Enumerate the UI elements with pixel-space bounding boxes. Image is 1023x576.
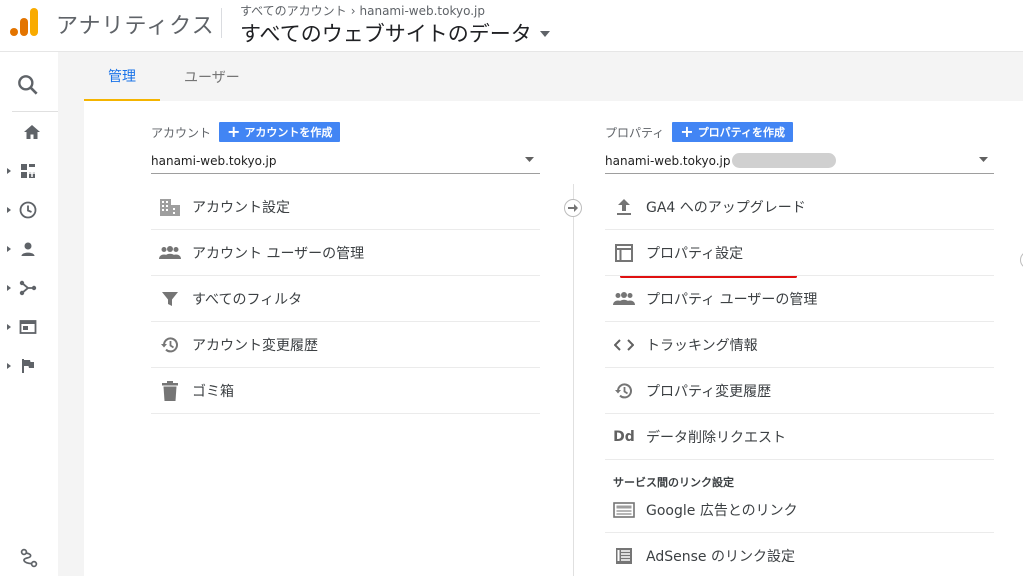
- home-icon: [24, 125, 40, 139]
- property-selected: hanami-web.tokyo.jp: [605, 153, 731, 168]
- menu-label: トラッキング情報: [646, 337, 758, 354]
- menu-ga4-upgrade[interactable]: GA4 へのアップグレード: [605, 184, 994, 230]
- menu-label: AdSense のリンク設定: [646, 549, 795, 565]
- expand-arrow-icon: [7, 363, 11, 369]
- menu-label: プロパティ ユーザーの管理: [646, 291, 818, 308]
- admin-panel: アカウント + アカウントを作成 hanami-web.tokyo.jp アカウ…: [84, 101, 1023, 576]
- trash-icon: [159, 380, 181, 402]
- left-nav: [0, 52, 60, 576]
- breadcrumb-chevron-icon: ›: [350, 3, 356, 18]
- view-name: すべてのウェブサイトのデータ: [240, 22, 532, 46]
- main-area: 管理 ユーザー アカウント + アカウントを作成 hanami-web.toky…: [58, 52, 1023, 576]
- dd-icon: Dd: [613, 426, 635, 448]
- people-icon: [159, 242, 181, 264]
- people-icon: [613, 288, 635, 310]
- breadcrumb[interactable]: すべてのアカウント › hanami-web.tokyo.jp: [240, 2, 485, 19]
- create-account-label: アカウントを作成: [244, 126, 333, 139]
- nav-audience[interactable]: [4, 237, 54, 261]
- menu-trash[interactable]: ゴミ箱: [151, 368, 540, 414]
- caret-down-icon: [539, 31, 550, 37]
- account-selected: hanami-web.tokyo.jp: [151, 153, 277, 168]
- flag-icon: [22, 359, 34, 373]
- menu-label: データ削除リクエスト: [646, 429, 786, 446]
- history-icon: [159, 334, 181, 356]
- menu-label: プロパティ変更履歴: [646, 383, 772, 400]
- menu-label: アカウント ユーザーの管理: [192, 245, 365, 262]
- history-icon: [613, 380, 635, 402]
- header-divider: [221, 8, 222, 38]
- discover-icon[interactable]: [18, 547, 40, 569]
- account-heading: アカウント: [151, 125, 212, 140]
- account-column-header: アカウント + アカウントを作成: [151, 122, 341, 142]
- menu-property-settings[interactable]: プロパティ設定: [605, 230, 994, 276]
- nav-behavior[interactable]: [4, 315, 54, 339]
- menu-account-settings[interactable]: アカウント設定: [151, 184, 540, 230]
- property-heading: プロパティ: [605, 125, 665, 140]
- acquisition-icon: [19, 280, 37, 296]
- browser-window-icon: [19, 320, 37, 334]
- dashboard-icon: [21, 164, 36, 178]
- menu-google-ads-link[interactable]: Google 広告とのリンク: [605, 487, 994, 533]
- person-icon: [21, 242, 35, 256]
- create-property-button[interactable]: + プロパティを作成: [672, 122, 794, 142]
- breadcrumb-all-accounts[interactable]: すべてのアカウント: [240, 2, 347, 19]
- property-column-header: プロパティ + プロパティを作成: [605, 122, 794, 142]
- breadcrumb-account[interactable]: hanami-web.tokyo.jp: [360, 4, 485, 18]
- menu-account-change-history[interactable]: アカウント変更履歴: [151, 322, 540, 368]
- clock-icon: [19, 201, 37, 219]
- code-icon: [613, 334, 635, 356]
- plus-icon: +: [227, 122, 241, 141]
- menu-label: Google 広告とのリンク: [646, 502, 798, 519]
- plus-icon: +: [680, 122, 694, 141]
- nav-customization[interactable]: [4, 159, 54, 183]
- admin-tabs: 管理 ユーザー: [84, 52, 264, 101]
- nav-divider: [12, 111, 60, 112]
- arrow-right-circle-icon: [564, 199, 582, 217]
- expand-arrow-icon: [7, 207, 11, 213]
- adsense-icon: [613, 545, 635, 567]
- menu-label: ゴミ箱: [192, 383, 234, 400]
- column-divider: [573, 184, 574, 576]
- nav-conversions[interactable]: [4, 354, 54, 378]
- menu-data-deletion-request[interactable]: Dd データ削除リクエスト: [605, 414, 994, 460]
- search-icon[interactable]: [15, 72, 41, 98]
- expand-arrow-icon: [7, 324, 11, 330]
- menu-adsense-link[interactable]: AdSense のリンク設定: [605, 533, 994, 576]
- layout-icon: [613, 242, 635, 264]
- building-icon: [159, 196, 181, 218]
- nav-acquisition[interactable]: [4, 276, 54, 300]
- menu-label: すべてのフィルタ: [192, 291, 303, 308]
- expand-arrow-icon: [7, 168, 11, 174]
- tab-user[interactable]: ユーザー: [160, 52, 264, 101]
- create-property-label: プロパティを作成: [697, 126, 786, 139]
- tab-admin[interactable]: 管理: [84, 52, 160, 101]
- menu-account-user-management[interactable]: アカウント ユーザーの管理: [151, 230, 540, 276]
- account-selector[interactable]: hanami-web.tokyo.jp: [151, 148, 540, 174]
- menu-label: アカウント設定: [192, 199, 290, 216]
- create-account-button[interactable]: + アカウントを作成: [219, 122, 341, 142]
- analytics-logo-icon[interactable]: [9, 6, 39, 38]
- redacted-property-id: [732, 153, 837, 168]
- menu-property-user-management[interactable]: プロパティ ユーザーの管理: [605, 276, 994, 322]
- menu-label: アカウント変更履歴: [192, 337, 318, 354]
- view-selector[interactable]: すべてのウェブサイトのデータ: [240, 18, 550, 48]
- menu-label: プロパティ設定: [646, 245, 744, 262]
- menu-label: GA4 へのアップグレード: [646, 199, 806, 216]
- dropdown-arrow-icon: [979, 157, 988, 162]
- dropdown-arrow-icon: [525, 157, 534, 162]
- expand-arrow-icon: [7, 246, 11, 252]
- expand-arrow-icon: [7, 285, 11, 291]
- menu-all-filters[interactable]: すべてのフィルタ: [151, 276, 540, 322]
- app-title: アナリティクス: [56, 14, 215, 39]
- upload-icon: [613, 196, 635, 218]
- nav-realtime[interactable]: [4, 198, 54, 222]
- analytics-admin-page: アナリティクス すべてのアカウント › hanami-web.tokyo.jp …: [0, 0, 1023, 576]
- property-selector[interactable]: hanami-web.tokyo.jp: [605, 148, 994, 174]
- menu-tracking-info[interactable]: トラッキング情報: [605, 322, 994, 368]
- menu-property-change-history[interactable]: プロパティ変更履歴: [605, 368, 994, 414]
- ads-icon: [613, 499, 635, 521]
- top-header: アナリティクス すべてのアカウント › hanami-web.tokyo.jp …: [0, 0, 1023, 52]
- dd-glyph: Dd: [613, 428, 635, 445]
- filter-icon: [159, 288, 181, 310]
